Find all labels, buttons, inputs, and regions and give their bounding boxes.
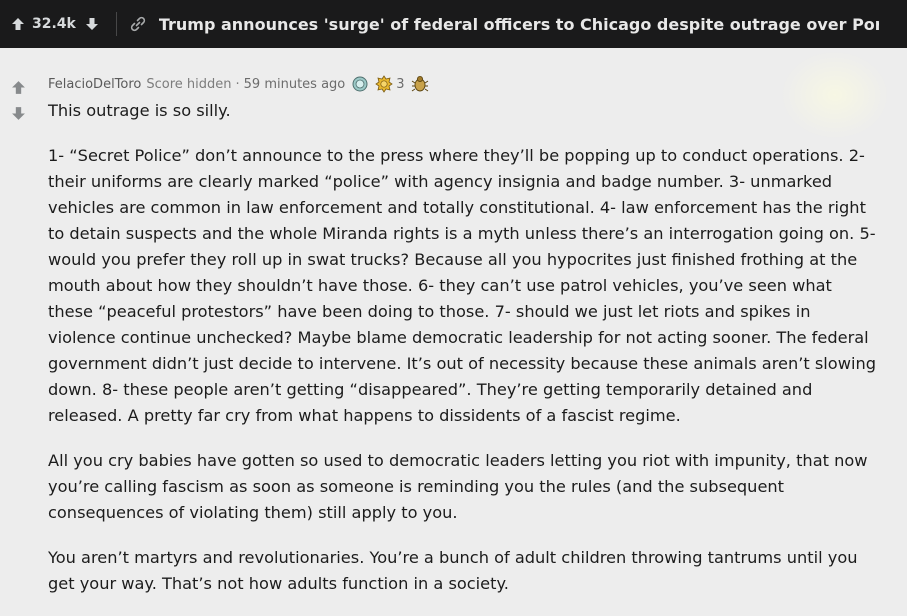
post-score: 32.4k	[32, 16, 76, 32]
comment-paragraph: All you cry babies have gotten so used t…	[48, 451, 868, 522]
comment-paragraph: 1- “Secret Police” don’t announce to the…	[48, 146, 876, 425]
comment-upvote-arrow-up-icon[interactable]	[9, 78, 27, 96]
comment-body: This outrage is so silly. 1- “Secret Pol…	[48, 98, 878, 616]
meta-separator: ·	[235, 76, 240, 92]
comment-author-link[interactable]: FelacioDelToro	[48, 77, 141, 92]
gold-award-icon[interactable]	[375, 75, 393, 93]
post-header-bar: 32.4k Trump announces 'surge' of federal…	[0, 0, 907, 48]
downvote-arrow-down-icon[interactable]	[84, 16, 100, 32]
link-icon	[129, 15, 147, 33]
silver-award-icon[interactable]	[351, 75, 369, 93]
comment-vote-column	[9, 78, 27, 122]
comment-timestamp-link[interactable]: 59 minutes ago	[244, 77, 346, 92]
comment-score: Score hidden	[146, 76, 232, 92]
post-title-link[interactable]: Trump announces 'surge' of federal offic…	[159, 15, 879, 34]
upvote-arrow-up-icon[interactable]	[10, 16, 26, 32]
comment-downvote-arrow-down-icon[interactable]	[9, 104, 27, 122]
comment-meta: FelacioDelToro Score hidden · 59 minutes…	[48, 74, 429, 94]
divider	[115, 12, 117, 36]
bug-award-icon[interactable]	[411, 75, 429, 93]
award-count: 3	[396, 76, 405, 92]
comment-paragraph: This outrage is so silly.	[48, 101, 231, 120]
comment-paragraph: You aren’t martyrs and revolutionaries. …	[48, 548, 858, 593]
